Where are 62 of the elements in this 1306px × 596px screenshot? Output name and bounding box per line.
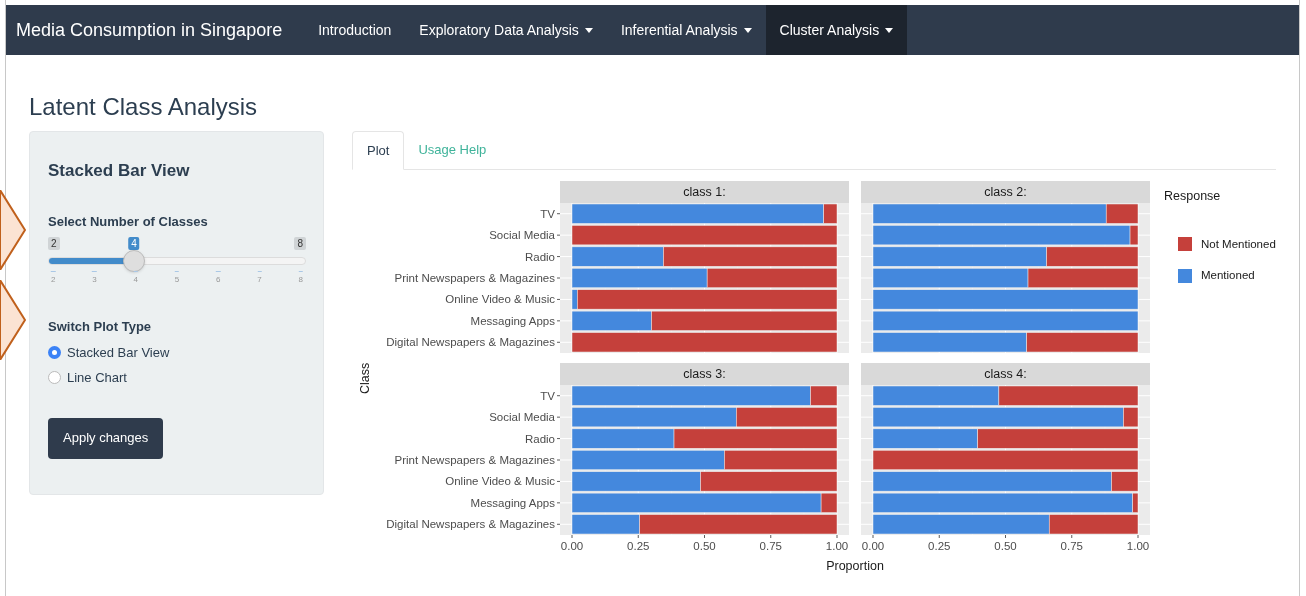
- callout-arrow-icon: [0, 190, 26, 270]
- slider-max-label: 8: [294, 237, 306, 250]
- category-label: Radio: [524, 432, 555, 445]
- radio-group-label: Switch Plot Type: [48, 318, 153, 336]
- slider-tick-label: 5: [174, 271, 180, 285]
- category-label: Radio: [524, 250, 555, 263]
- slider-tick-label: 6: [216, 271, 221, 285]
- tick-label: 0.50: [693, 540, 716, 552]
- category-label: Social Media: [489, 229, 555, 242]
- slider-label: Select Number of Classes: [48, 212, 209, 231]
- tick-label: 0.00: [861, 540, 885, 552]
- slider-tick-label: 2: [50, 271, 56, 285]
- category-label: Online Video & Music: [445, 475, 555, 488]
- slider-thumb[interactable]: [122, 250, 145, 272]
- tick-label: 0.50: [994, 540, 1017, 552]
- tick-label: 0.25: [928, 540, 951, 552]
- tick-label: 0.25: [627, 540, 650, 552]
- category-label: Print Newspapers & Magazines: [394, 272, 555, 284]
- tab[interactable]: Plot: [352, 131, 405, 170]
- callout-arrow-icon: [0, 280, 26, 360]
- radio-option[interactable]: Stacked Bar View: [48, 342, 305, 362]
- slider-tick-label: 7: [257, 271, 262, 285]
- slider-value-label: 4: [128, 237, 140, 250]
- tick-label: 0.00: [560, 540, 584, 552]
- category-label: Online Video & Music: [445, 293, 555, 306]
- category-label: Messaging Apps: [470, 314, 555, 327]
- nav-item[interactable]: Inferential Analysis: [606, 5, 766, 55]
- category-label: Print Newspapers & Magazines: [394, 454, 555, 466]
- slider-min-label: 2: [48, 237, 60, 250]
- facet-title: class 4:: [984, 367, 1027, 381]
- page-title: Latent Class Analysis: [29, 93, 259, 121]
- brand-title[interactable]: Media Consumption in Singapore: [6, 16, 293, 44]
- facet-title: class 3:: [683, 367, 726, 381]
- nav-item[interactable]: Exploratory Data Analysis: [405, 5, 607, 55]
- category-label: Digital Newspapers & Magazines: [386, 518, 555, 531]
- category-label: Digital Newspapers & Magazines: [386, 336, 555, 349]
- category-label: Messaging Apps: [470, 496, 555, 509]
- nav-item[interactable]: Cluster Analysis: [765, 5, 908, 55]
- axis-title: Class: [357, 362, 374, 394]
- category-label: Social Media: [489, 411, 555, 424]
- axis-title: Proportion: [826, 558, 884, 575]
- nav-item[interactable]: Introduction: [304, 5, 406, 55]
- tick-label: 0.75: [1060, 540, 1083, 552]
- apply-button[interactable]: Apply changes: [48, 417, 164, 459]
- facet-title: class 2:: [984, 185, 1027, 199]
- legend-label: Not Mentioned: [1201, 236, 1276, 252]
- legend-label: Mentioned: [1201, 268, 1255, 283]
- facet-title: class 1:: [683, 185, 726, 199]
- tick-label: 1.00: [1126, 540, 1150, 552]
- slider-tick-label: 8: [298, 271, 304, 285]
- slider-tick-label: 3: [92, 271, 97, 285]
- radio-button[interactable]: [48, 371, 61, 385]
- radio-button[interactable]: [48, 345, 61, 359]
- panel-title: Stacked Bar View: [48, 160, 191, 182]
- tick-label: 0.75: [759, 540, 782, 552]
- category-label: TV: [540, 207, 555, 220]
- category-label: TV: [540, 389, 555, 402]
- slider-track[interactable]: [48, 257, 306, 265]
- slider-tick-label: 4: [133, 271, 138, 285]
- tick-label: 1.00: [825, 540, 849, 552]
- radio-option[interactable]: Line Chart: [48, 368, 305, 388]
- legend-title: Response: [1164, 188, 1222, 205]
